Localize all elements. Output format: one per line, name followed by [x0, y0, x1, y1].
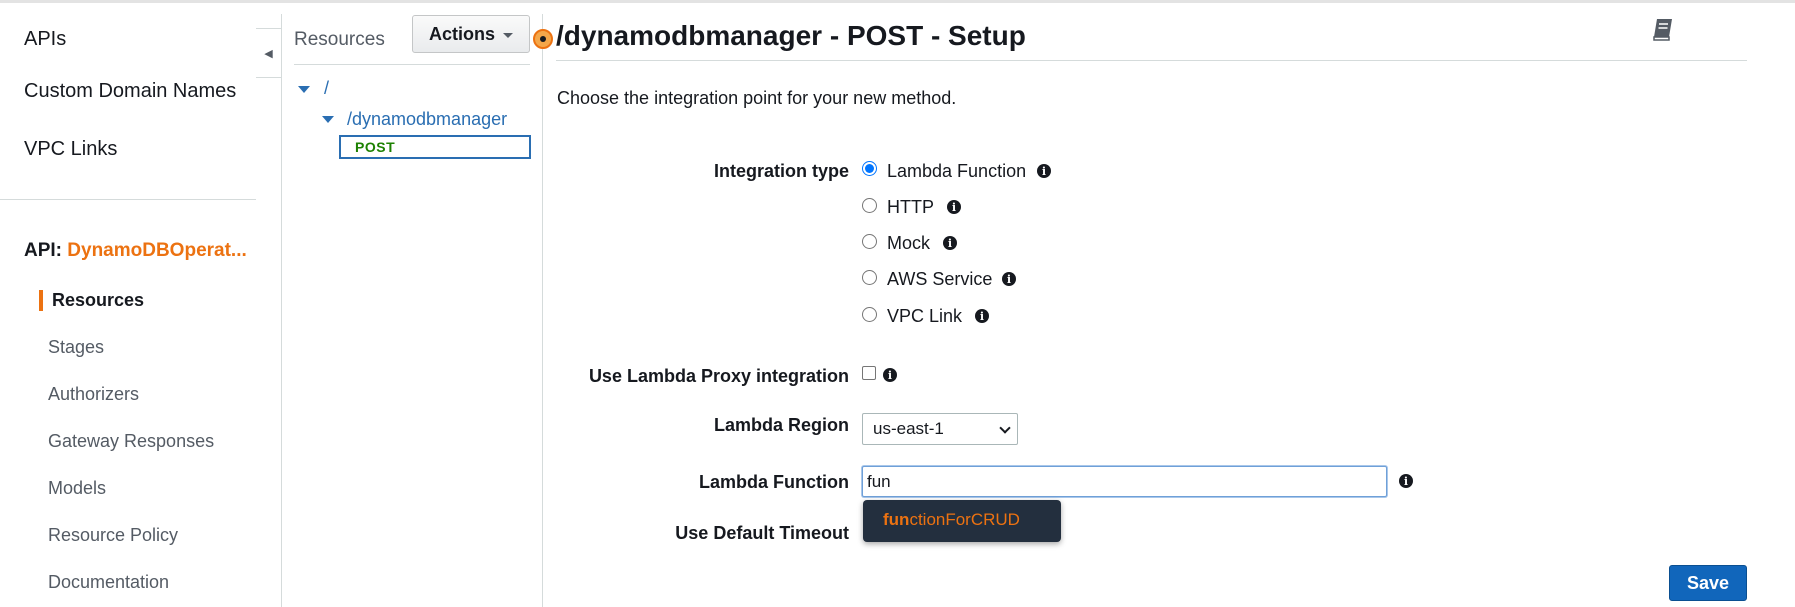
lambda-function-label: Lambda Function — [699, 472, 849, 492]
tree-item-root[interactable]: / — [324, 78, 329, 99]
caret-down-icon — [503, 33, 513, 38]
chevron-down-icon — [999, 422, 1011, 434]
page-title: /dynamodbmanager - POST - Setup — [556, 20, 1026, 51]
nav-item-documentation[interactable]: Documentation — [48, 572, 169, 593]
suggestion-rest-text: ctionForCRUD — [909, 510, 1020, 529]
left-nav: APIs Custom Domain Names VPC Links API: … — [0, 0, 256, 607]
radio-label-vpc-link[interactable]: VPC Link — [887, 306, 962, 327]
radio-lambda-function[interactable] — [862, 161, 877, 176]
collapse-nav-button[interactable]: ◀ — [256, 28, 282, 78]
api-heading: API: DynamoDBOperat... — [24, 240, 247, 262]
panel-divider — [281, 14, 282, 607]
nav-item-custom-domain-names[interactable]: Custom Domain Names — [24, 80, 236, 103]
radio-label-http[interactable]: HTTP — [887, 197, 934, 218]
nav-item-resources[interactable]: Resources — [52, 290, 144, 311]
nav-item-models[interactable]: Models — [48, 478, 106, 499]
radio-mock[interactable] — [862, 234, 877, 249]
resize-handle[interactable] — [533, 29, 553, 49]
info-icon[interactable]: i — [883, 368, 897, 382]
save-button[interactable]: Save — [1669, 565, 1747, 601]
panel-divider — [542, 14, 543, 607]
chevron-left-icon: ◀ — [264, 47, 273, 60]
info-icon[interactable]: i — [975, 309, 989, 323]
nav-item-stages[interactable]: Stages — [48, 337, 104, 358]
info-icon[interactable]: i — [1002, 272, 1016, 286]
lambda-region-value: us-east-1 — [873, 419, 944, 438]
nav-item-apis[interactable]: APIs — [24, 28, 66, 51]
info-icon[interactable]: i — [1037, 164, 1051, 178]
intro-text: Choose the integration point for your ne… — [557, 88, 957, 108]
title-divider — [556, 60, 1747, 61]
info-icon[interactable]: i — [1399, 474, 1413, 488]
tree-item-dynamodbmanager[interactable]: /dynamodbmanager — [347, 109, 507, 130]
expand-caret-icon[interactable] — [298, 86, 310, 93]
tree-item-post-method[interactable]: POST — [339, 135, 531, 159]
lambda-region-select[interactable]: us-east-1 — [862, 413, 1018, 445]
nav-item-authorizers[interactable]: Authorizers — [48, 384, 139, 405]
info-icon[interactable]: i — [947, 200, 961, 214]
nav-divider — [0, 199, 256, 200]
info-icon[interactable]: i — [943, 236, 957, 250]
handle-dot — [540, 36, 546, 42]
book-icon[interactable] — [1648, 14, 1678, 44]
integration-type-label: Integration type — [713, 161, 849, 181]
default-timeout-label: Use Default Timeout — [675, 523, 849, 543]
proxy-integration-checkbox[interactable] — [862, 366, 876, 380]
active-indicator — [39, 290, 43, 311]
expand-caret-icon[interactable] — [322, 116, 334, 123]
lambda-region-label: Lambda Region — [713, 415, 849, 435]
actions-label: Actions — [428, 23, 495, 44]
resources-title: Resources — [294, 29, 385, 50]
suggestion-match-text: fun — [883, 510, 910, 529]
radio-aws-service[interactable] — [862, 270, 877, 285]
radio-label-mock[interactable]: Mock — [887, 233, 930, 254]
resources-divider — [294, 64, 530, 65]
nav-item-vpc-links[interactable]: VPC Links — [24, 138, 117, 161]
top-border — [0, 0, 1795, 3]
api-name-link[interactable]: DynamoDBOperat... — [67, 240, 246, 261]
nav-item-gateway-responses[interactable]: Gateway Responses — [48, 431, 214, 452]
radio-label-aws-service[interactable]: AWS Service — [887, 269, 992, 290]
lambda-function-input[interactable] — [862, 466, 1387, 497]
nav-item-resource-policy[interactable]: Resource Policy — [48, 525, 178, 546]
actions-button[interactable]: Actions — [412, 15, 530, 53]
radio-vpc-link[interactable] — [862, 307, 877, 322]
api-prefix: API: — [24, 240, 62, 261]
radio-label-lambda-function[interactable]: Lambda Function — [887, 161, 1026, 182]
proxy-integration-label: Use Lambda Proxy integration — [588, 366, 849, 386]
radio-http[interactable] — [862, 198, 877, 213]
autocomplete-suggestion[interactable]: functionForCRUD — [863, 500, 1061, 542]
